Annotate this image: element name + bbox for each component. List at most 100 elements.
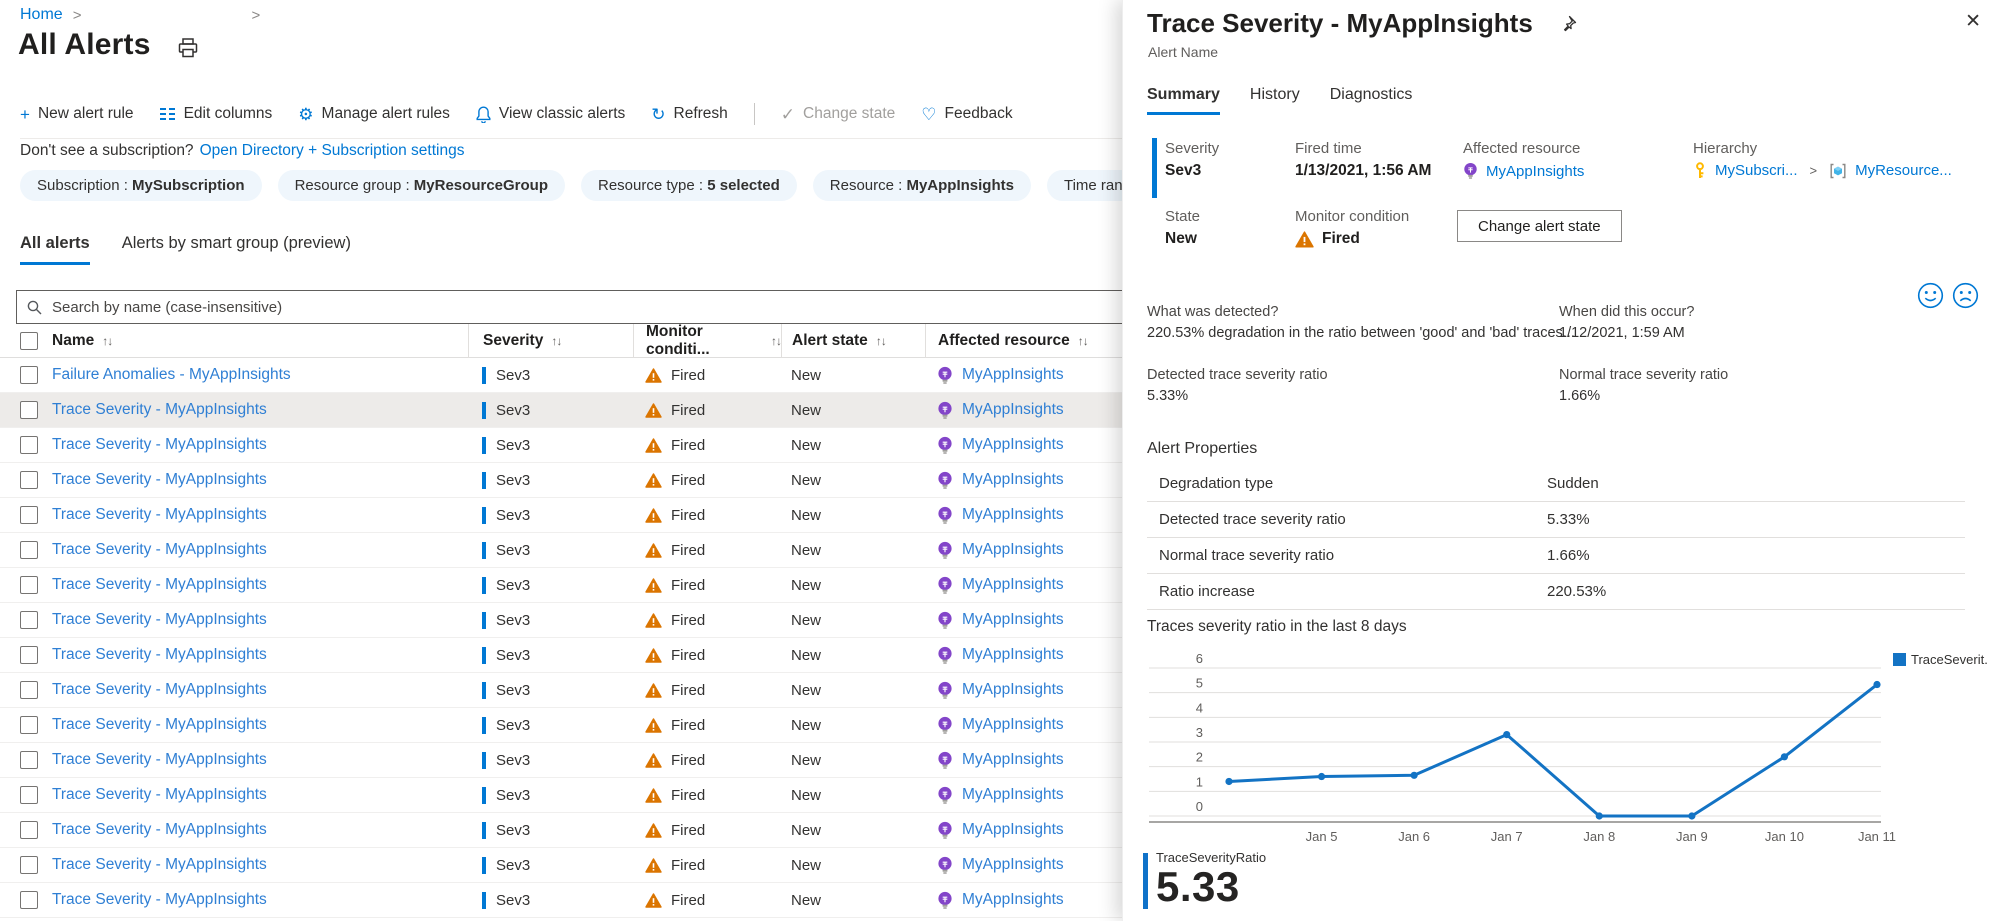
severity-bar-icon <box>482 577 486 594</box>
alert-name-link[interactable]: Trace Severity - MyAppInsights <box>52 471 267 489</box>
resource-link[interactable]: MyAppInsights <box>962 751 1064 769</box>
table-row[interactable]: Trace Severity - MyAppInsights Sev3 Fire… <box>0 778 1122 813</box>
printer-icon[interactable] <box>177 38 199 58</box>
row-checkbox[interactable] <box>20 716 38 734</box>
alert-name-link[interactable]: Trace Severity - MyAppInsights <box>52 716 267 734</box>
table-row[interactable]: Trace Severity - MyAppInsights Sev3 Fire… <box>0 848 1122 883</box>
tab-all-alerts[interactable]: All alerts <box>20 234 90 265</box>
alert-name-link[interactable]: Trace Severity - MyAppInsights <box>52 821 267 839</box>
view-classic-alerts-button[interactable]: View classic alerts <box>476 105 625 123</box>
table-row[interactable]: Trace Severity - MyAppInsights Sev3 Fire… <box>0 498 1122 533</box>
resource-link[interactable]: MyAppInsights <box>962 401 1064 419</box>
row-checkbox[interactable] <box>20 821 38 839</box>
hierarchy-subscription-link[interactable]: MySubscri... <box>1715 162 1798 179</box>
row-checkbox[interactable] <box>20 506 38 524</box>
alert-name-link[interactable]: Trace Severity - MyAppInsights <box>52 611 267 629</box>
new-alert-rule-button[interactable]: + New alert rule <box>20 105 134 123</box>
change-alert-state-button[interactable]: Change alert state <box>1457 210 1622 242</box>
table-row[interactable]: Trace Severity - MyAppInsights Sev3 Fire… <box>0 883 1122 918</box>
resource-link[interactable]: MyAppInsights <box>962 856 1064 874</box>
resource-link[interactable]: MyAppInsights <box>962 891 1064 909</box>
alert-name-link[interactable]: Trace Severity - MyAppInsights <box>52 681 267 699</box>
alert-name-link[interactable]: Trace Severity - MyAppInsights <box>52 436 267 454</box>
alert-name-link[interactable]: Trace Severity - MyAppInsights <box>52 541 267 559</box>
column-header-name[interactable]: Name↑↓ <box>48 324 468 358</box>
bell-icon <box>476 106 491 123</box>
table-row[interactable]: Trace Severity - MyAppInsights Sev3 Fire… <box>0 463 1122 498</box>
row-checkbox[interactable] <box>20 611 38 629</box>
row-checkbox[interactable] <box>20 751 38 769</box>
resource-link[interactable]: MyAppInsights <box>962 681 1064 699</box>
feedback-button[interactable]: ♡ Feedback <box>921 105 1012 123</box>
row-checkbox[interactable] <box>20 681 38 699</box>
row-checkbox[interactable] <box>20 891 38 909</box>
tab-alerts-by-smart-group[interactable]: Alerts by smart group (preview) <box>122 234 351 265</box>
resource-link[interactable]: MyAppInsights <box>962 541 1064 559</box>
table-row[interactable]: Trace Severity - MyAppInsights Sev3 Fire… <box>0 708 1122 743</box>
filter-pill[interactable]: Resource type : 5 selected <box>581 170 797 201</box>
row-checkbox[interactable] <box>20 471 38 489</box>
resource-link[interactable]: MyAppInsights <box>962 471 1064 489</box>
column-header-severity[interactable]: Severity↑↓ <box>468 324 633 358</box>
table-row[interactable]: Trace Severity - MyAppInsights Sev3 Fire… <box>0 568 1122 603</box>
alert-name-link[interactable]: Trace Severity - MyAppInsights <box>52 506 267 524</box>
column-header-monitor-condition[interactable]: Monitor conditi...↑↓ <box>633 324 781 358</box>
refresh-button[interactable]: ↻ Refresh <box>651 105 728 123</box>
change-state-button[interactable]: ✓ Change state <box>781 105 895 123</box>
affected-resource-link[interactable]: MyAppInsights <box>1486 163 1584 180</box>
search-input[interactable] <box>50 298 1122 317</box>
alert-name-link[interactable]: Trace Severity - MyAppInsights <box>52 576 267 594</box>
tab-diagnostics[interactable]: Diagnostics <box>1330 86 1413 115</box>
manage-alert-rules-button[interactable]: ⚙ Manage alert rules <box>298 105 450 123</box>
table-row[interactable]: Trace Severity - MyAppInsights Sev3 Fire… <box>0 603 1122 638</box>
resource-link[interactable]: MyAppInsights <box>962 611 1064 629</box>
row-checkbox[interactable] <box>20 786 38 804</box>
tab-summary[interactable]: Summary <box>1147 86 1220 115</box>
row-checkbox[interactable] <box>20 541 38 559</box>
select-all-checkbox[interactable] <box>20 332 38 350</box>
column-header-alert-state[interactable]: Alert state↑↓ <box>781 324 925 358</box>
table-row[interactable]: Trace Severity - MyAppInsights Sev3 Fire… <box>0 673 1122 708</box>
alert-name-link[interactable]: Trace Severity - MyAppInsights <box>52 786 267 804</box>
row-checkbox[interactable] <box>20 366 38 384</box>
row-checkbox[interactable] <box>20 401 38 419</box>
resource-link[interactable]: MyAppInsights <box>962 506 1064 524</box>
alert-name-link[interactable]: Trace Severity - MyAppInsights <box>52 401 267 419</box>
resource-link[interactable]: MyAppInsights <box>962 576 1064 594</box>
resource-link[interactable]: MyAppInsights <box>962 366 1064 384</box>
row-checkbox[interactable] <box>20 646 38 664</box>
pin-icon[interactable] <box>1559 15 1577 33</box>
alert-name-link[interactable]: Trace Severity - MyAppInsights <box>52 891 267 909</box>
table-row[interactable]: Trace Severity - MyAppInsights Sev3 Fire… <box>0 428 1122 463</box>
row-checkbox[interactable] <box>20 436 38 454</box>
table-row[interactable]: Trace Severity - MyAppInsights Sev3 Fire… <box>0 393 1122 428</box>
edit-columns-button[interactable]: Edit columns <box>160 105 273 123</box>
resource-link[interactable]: MyAppInsights <box>962 821 1064 839</box>
alert-name-link[interactable]: Failure Anomalies - MyAppInsights <box>52 366 291 384</box>
row-checkbox[interactable] <box>20 576 38 594</box>
alert-name-link[interactable]: Trace Severity - MyAppInsights <box>52 751 267 769</box>
table-row[interactable]: Trace Severity - MyAppInsights Sev3 Fire… <box>0 638 1122 673</box>
resource-link[interactable]: MyAppInsights <box>962 436 1064 454</box>
filter-pill[interactable]: Time range : Past 7 days <box>1047 170 1122 201</box>
resource-link[interactable]: MyAppInsights <box>962 786 1064 804</box>
table-row[interactable]: Trace Severity - MyAppInsights Sev3 Fire… <box>0 533 1122 568</box>
alert-name-link[interactable]: Trace Severity - MyAppInsights <box>52 856 267 874</box>
chevron-right-icon: > <box>73 7 82 24</box>
breadcrumb-home-link[interactable]: Home <box>20 6 63 24</box>
close-icon[interactable]: ✕ <box>1965 10 1981 33</box>
alert-name-link[interactable]: Trace Severity - MyAppInsights <box>52 646 267 664</box>
resource-link[interactable]: MyAppInsights <box>962 646 1064 664</box>
hierarchy-resource-group-link[interactable]: MyResource... <box>1855 162 1952 179</box>
table-row[interactable]: Trace Severity - MyAppInsights Sev3 Fire… <box>0 813 1122 848</box>
row-checkbox[interactable] <box>20 856 38 874</box>
open-directory-settings-link[interactable]: Open Directory + Subscription settings <box>200 142 465 159</box>
table-row[interactable]: Failure Anomalies - MyAppInsights Sev3 F… <box>0 358 1122 393</box>
resource-link[interactable]: MyAppInsights <box>962 716 1064 734</box>
filter-pill[interactable]: Subscription : MySubscription <box>20 170 262 201</box>
column-header-affected-resource[interactable]: Affected resource↑↓ <box>925 324 1122 358</box>
filter-pill[interactable]: Resource group : MyResourceGroup <box>278 170 565 201</box>
tab-history[interactable]: History <box>1250 86 1300 115</box>
filter-pill[interactable]: Resource : MyAppInsights <box>813 170 1031 201</box>
table-row[interactable]: Trace Severity - MyAppInsights Sev3 Fire… <box>0 743 1122 778</box>
